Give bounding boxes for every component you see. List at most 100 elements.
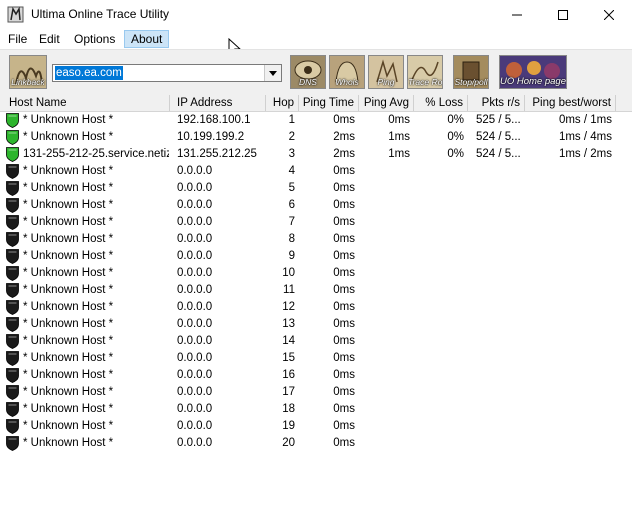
loss-cell	[414, 215, 464, 230]
table-row[interactable]: * Unknown Host * 0.0.0.0 8 0ms	[0, 231, 632, 248]
whois-button[interactable]: Whois	[329, 55, 365, 89]
menu-file[interactable]: File	[2, 30, 33, 48]
table-row[interactable]: * Unknown Host * 0.0.0.0 15 0ms	[0, 350, 632, 367]
best-cell	[525, 300, 612, 315]
close-button[interactable]	[586, 0, 632, 29]
menu-options[interactable]: Options	[68, 30, 121, 48]
host-name-cell: * Unknown Host *	[23, 114, 114, 126]
hop-cell: 12	[282, 301, 295, 313]
best-cell	[525, 385, 612, 400]
avg-cell	[359, 436, 410, 451]
hop-cell: 17	[282, 386, 295, 398]
ping-button[interactable]: Ping	[368, 55, 404, 89]
table-row[interactable]: * Unknown Host * 0.0.0.0 19 0ms	[0, 418, 632, 435]
host-name-cell: * Unknown Host *	[23, 301, 114, 313]
host-name-cell: * Unknown Host *	[23, 420, 114, 432]
time-cell: 0ms	[333, 301, 355, 313]
avg-cell	[359, 181, 410, 196]
table-row[interactable]: * Unknown Host * 0.0.0.0 5 0ms	[0, 180, 632, 197]
best-cell: 0ms / 1ms	[558, 114, 612, 126]
dns-button[interactable]: DNS	[290, 55, 326, 89]
table-row[interactable]: 131-255-212-25.service.netiz... 131.255.2…	[0, 146, 632, 163]
minimize-button[interactable]	[494, 0, 540, 29]
trace-route-button[interactable]: Trace Route	[407, 55, 443, 89]
table-row[interactable]: * Unknown Host * 192.168.100.1 1 0ms 0ms 0% 52…	[0, 112, 632, 129]
menu-edit[interactable]: Edit	[33, 30, 66, 48]
col-host-name[interactable]: Host Name	[0, 95, 170, 111]
title-bar[interactable]: Ultima Online Trace Utility	[0, 0, 632, 29]
time-cell: 2ms	[333, 131, 355, 143]
menu-about[interactable]: About	[124, 30, 170, 48]
loss-cell	[414, 436, 464, 451]
best-cell	[525, 249, 612, 264]
table-row[interactable]: * Unknown Host * 0.0.0.0 4 0ms	[0, 163, 632, 180]
col-ping-best-worst[interactable]: Ping best/worst	[525, 95, 616, 111]
col-hop[interactable]: Hop	[266, 95, 299, 111]
pkts-cell	[476, 402, 528, 417]
col-loss[interactable]: % Loss	[414, 95, 468, 111]
avg-cell	[359, 266, 410, 281]
best-cell	[525, 198, 612, 213]
col-ping-time[interactable]: Ping Time	[299, 95, 359, 111]
time-cell: 0ms	[333, 403, 355, 415]
combo-dropdown-button[interactable]	[264, 65, 281, 81]
host-name-cell: * Unknown Host *	[23, 165, 114, 177]
time-cell: 0ms	[333, 437, 355, 449]
dns-label: DNS	[299, 77, 317, 87]
table-row[interactable]: * Unknown Host * 0.0.0.0 20 0ms	[0, 435, 632, 452]
hop-cell: 3	[288, 148, 295, 160]
table-row[interactable]: * Unknown Host * 0.0.0.0 9 0ms	[0, 248, 632, 265]
table-row[interactable]: * Unknown Host * 0.0.0.0 10 0ms	[0, 265, 632, 282]
pkts-cell: 525 / 5...	[476, 114, 521, 126]
table-row[interactable]: * Unknown Host * 0.0.0.0 18 0ms	[0, 401, 632, 418]
pkts-cell: 524 / 5...	[476, 148, 521, 160]
host-name-cell: * Unknown Host *	[23, 437, 114, 449]
table-row[interactable]: * Unknown Host * 0.0.0.0 12 0ms	[0, 299, 632, 316]
black-shield-icon	[6, 164, 19, 179]
host-value[interactable]: easo.ea.com	[55, 66, 123, 80]
time-cell: 0ms	[333, 182, 355, 194]
pkts-cell	[476, 249, 528, 264]
best-cell	[525, 368, 612, 383]
chevron-down-icon	[269, 70, 277, 76]
table-row[interactable]: * Unknown Host * 10.199.199.2 2 2ms 1ms 0% 524…	[0, 129, 632, 146]
ip-cell: 0.0.0.0	[177, 216, 213, 228]
pkts-cell	[476, 232, 528, 247]
loss-cell	[414, 198, 464, 213]
col-ip-address[interactable]: IP Address	[170, 95, 266, 111]
hop-cell: 20	[282, 437, 295, 449]
table-row[interactable]: * Unknown Host * 0.0.0.0 16 0ms	[0, 367, 632, 384]
avg-cell	[359, 351, 410, 366]
trace-route-label: Trace Route	[408, 77, 443, 87]
trace-table-body: * Unknown Host * 192.168.100.1 1 0ms 0ms 0% 52…	[0, 112, 632, 452]
table-row[interactable]: * Unknown Host * 0.0.0.0 14 0ms	[0, 333, 632, 350]
host-combobox[interactable]: easo.ea.com	[52, 64, 282, 82]
pkts-cell	[476, 419, 528, 434]
black-shield-icon	[6, 436, 19, 451]
ip-cell: 0.0.0.0	[177, 420, 213, 432]
table-row[interactable]: * Unknown Host * 0.0.0.0 17 0ms	[0, 384, 632, 401]
whois-label: Whois	[335, 77, 359, 87]
loss-cell: 0%	[447, 148, 464, 160]
uo-home-page-button[interactable]: UO Home page	[499, 55, 567, 89]
stop-poll-button[interactable]: Stop/poll	[453, 55, 489, 89]
loss-cell	[414, 402, 464, 417]
black-shield-icon	[6, 385, 19, 400]
avg-cell	[359, 164, 410, 179]
host-name-cell: * Unknown Host *	[23, 182, 114, 194]
table-row[interactable]: * Unknown Host * 0.0.0.0 7 0ms	[0, 214, 632, 231]
table-row[interactable]: * Unknown Host * 0.0.0.0 13 0ms	[0, 316, 632, 333]
stop-poll-label: Stop/poll	[454, 77, 488, 87]
ip-cell: 0.0.0.0	[177, 318, 213, 330]
time-cell: 0ms	[333, 267, 355, 279]
table-row[interactable]: * Unknown Host * 0.0.0.0 6 0ms	[0, 197, 632, 214]
hop-cell: 2	[288, 131, 295, 143]
linkback-button[interactable]: Linkback	[9, 55, 47, 89]
time-cell: 0ms	[333, 114, 355, 126]
time-cell: 0ms	[333, 369, 355, 381]
col-pkts[interactable]: Pkts r/s	[468, 95, 525, 111]
ping-label: Ping	[377, 77, 395, 87]
col-ping-avg[interactable]: Ping Avg	[359, 95, 414, 111]
table-row[interactable]: * Unknown Host * 0.0.0.0 11 0ms	[0, 282, 632, 299]
maximize-button[interactable]	[540, 0, 586, 29]
